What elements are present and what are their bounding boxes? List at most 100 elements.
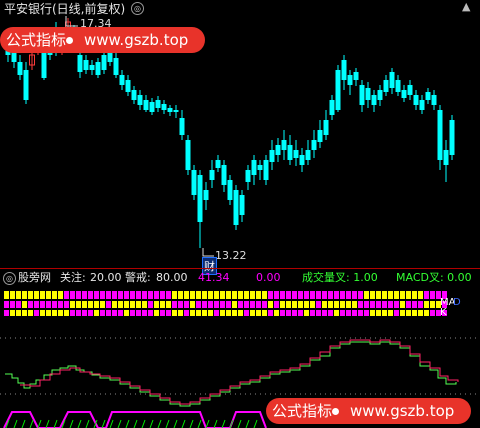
signal-block	[322, 301, 327, 308]
signal-block	[190, 301, 195, 308]
signal-block	[178, 310, 183, 316]
signal-block	[298, 310, 303, 316]
signal-block	[292, 301, 297, 308]
signal-block	[274, 301, 279, 308]
signal-block	[142, 291, 147, 299]
signal-block	[340, 310, 345, 316]
signal-block	[412, 310, 417, 316]
signal-block	[88, 301, 93, 308]
signal-block	[346, 310, 351, 316]
signal-block	[10, 301, 15, 308]
signal-block	[268, 310, 273, 316]
signal-block	[22, 310, 27, 316]
signal-block	[214, 291, 219, 299]
k-line	[5, 341, 457, 407]
watermark-label: 公式指标	[272, 402, 333, 420]
signal-block	[46, 291, 51, 299]
bottom-tick-mark	[45, 419, 50, 428]
signal-block	[52, 310, 57, 316]
signal-block	[424, 291, 429, 299]
signal-block	[46, 301, 51, 308]
signal-block	[64, 301, 69, 308]
signal-block	[358, 291, 363, 299]
signal-block	[328, 291, 333, 299]
signal-block	[28, 291, 33, 299]
signal-block	[238, 291, 243, 299]
signal-block	[418, 291, 423, 299]
signal-block	[268, 301, 273, 308]
bottom-tick-mark	[181, 419, 186, 428]
signal-block	[412, 291, 417, 299]
signal-block	[166, 310, 171, 316]
bottom-tick-mark	[133, 419, 138, 428]
signal-block	[88, 310, 93, 316]
signal-block	[64, 310, 69, 316]
signal-block	[160, 310, 165, 316]
watermark-banner-bottom: 公式指标 www.gszb.top	[266, 398, 471, 424]
k-legend: K	[440, 307, 447, 318]
signal-block	[244, 291, 249, 299]
signal-block	[358, 310, 363, 316]
bottom-tick-mark	[125, 419, 130, 428]
signal-block	[430, 301, 435, 308]
bottom-tick-mark	[13, 419, 18, 428]
signal-block	[418, 310, 423, 316]
signal-block	[388, 301, 393, 308]
signal-block	[58, 310, 63, 316]
signal-block	[220, 310, 225, 316]
signal-block	[226, 301, 231, 308]
signal-block	[142, 301, 147, 308]
signal-block	[142, 310, 147, 316]
signal-block	[148, 310, 153, 316]
signal-block	[274, 310, 279, 316]
signal-block	[22, 291, 27, 299]
signal-block	[286, 301, 291, 308]
signal-block	[58, 301, 63, 308]
bottom-tick-mark	[165, 419, 170, 428]
signal-block	[136, 291, 141, 299]
signal-block	[208, 310, 213, 316]
signal-block	[256, 291, 261, 299]
signal-block	[4, 301, 9, 308]
bottom-tick-mark	[141, 419, 146, 428]
signal-block	[172, 291, 177, 299]
signal-block	[148, 301, 153, 308]
signal-block	[208, 301, 213, 308]
signal-block	[34, 301, 39, 308]
signal-block	[124, 301, 129, 308]
signal-block	[304, 310, 309, 316]
watermark-url: www.gszb.top	[350, 402, 455, 420]
signal-block	[196, 291, 201, 299]
signal-block	[16, 301, 21, 308]
signal-block	[52, 291, 57, 299]
signal-block	[310, 291, 315, 299]
signal-block	[430, 310, 435, 316]
signal-block	[226, 310, 231, 316]
signal-block	[370, 291, 375, 299]
signal-block	[244, 310, 249, 316]
bottom-tick-mark	[253, 419, 258, 428]
signal-block	[154, 301, 159, 308]
signal-block	[82, 291, 87, 299]
bottom-tick-mark	[77, 419, 82, 428]
bottom-tick-mark	[205, 419, 210, 428]
signal-block	[394, 291, 399, 299]
signal-block	[52, 301, 57, 308]
signal-block	[202, 310, 207, 316]
signal-block	[298, 301, 303, 308]
signal-block	[208, 291, 213, 299]
signal-block	[382, 291, 387, 299]
signal-block	[220, 301, 225, 308]
signal-block	[70, 291, 75, 299]
signal-block	[370, 301, 375, 308]
bottom-tick-mark	[21, 419, 26, 428]
bottom-tick-mark	[85, 419, 90, 428]
signal-block	[418, 301, 423, 308]
signal-block	[382, 301, 387, 308]
signal-block	[334, 301, 339, 308]
signal-block	[388, 291, 393, 299]
signal-block	[100, 301, 105, 308]
signal-block	[94, 301, 99, 308]
signal-block	[94, 310, 99, 316]
signal-block	[106, 310, 111, 316]
